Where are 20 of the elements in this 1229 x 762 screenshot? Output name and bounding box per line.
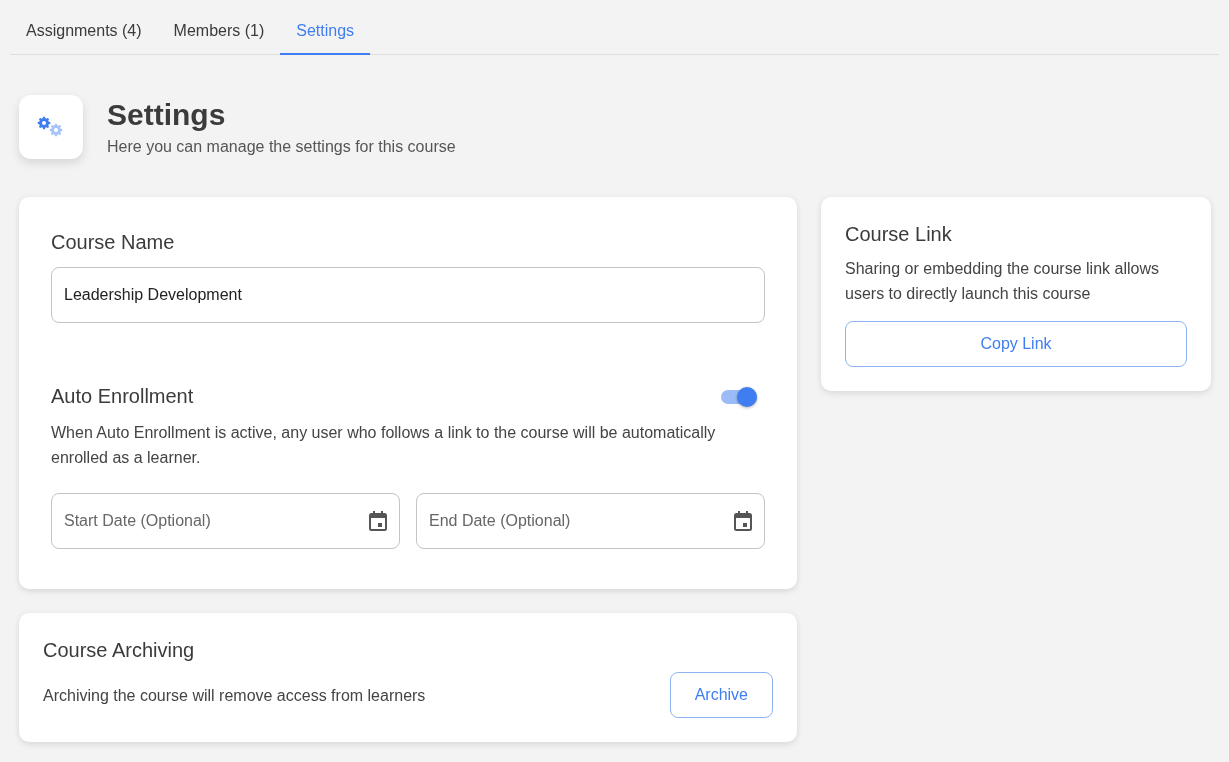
toggle-switch[interactable]	[721, 389, 757, 404]
auto-enrollment-description: When Auto Enrollment is active, any user who follows a link to the course will be automatically enrolled as a learner.	[51, 423, 717, 468]
course-link-title: Course Link	[845, 223, 953, 246]
archive-button[interactable]: Archive	[669, 672, 773, 718]
auto-enrollment-title: Auto Enrollment	[51, 385, 194, 408]
archiving-title: Course Archiving	[43, 639, 196, 662]
course-name-label: Course Name	[51, 231, 176, 254]
course-link-description: Sharing or embedding the course link allows users to directly launch this course	[845, 259, 1160, 304]
tab[interactable]: Members (1)	[157, 9, 281, 55]
course-name-field[interactable]: Leadership Development	[51, 267, 765, 323]
page-subtitle: Here you can manage the settings for this course	[107, 138, 456, 156]
date-field[interactable]: Start Date (Optional)	[51, 493, 400, 549]
page-title: Settings	[107, 98, 227, 132]
date-field[interactable]: End Date (Optional)	[416, 493, 765, 549]
calendar-icon[interactable]	[733, 510, 753, 532]
calendar-icon[interactable]	[368, 510, 388, 532]
copy-link-button[interactable]: Copy Link	[845, 321, 1187, 367]
archiving-description: Archiving the course will remove access from learners	[43, 685, 426, 706]
tab[interactable]: Settings	[280, 9, 371, 55]
tab[interactable]: Assignments (4)	[10, 9, 158, 55]
